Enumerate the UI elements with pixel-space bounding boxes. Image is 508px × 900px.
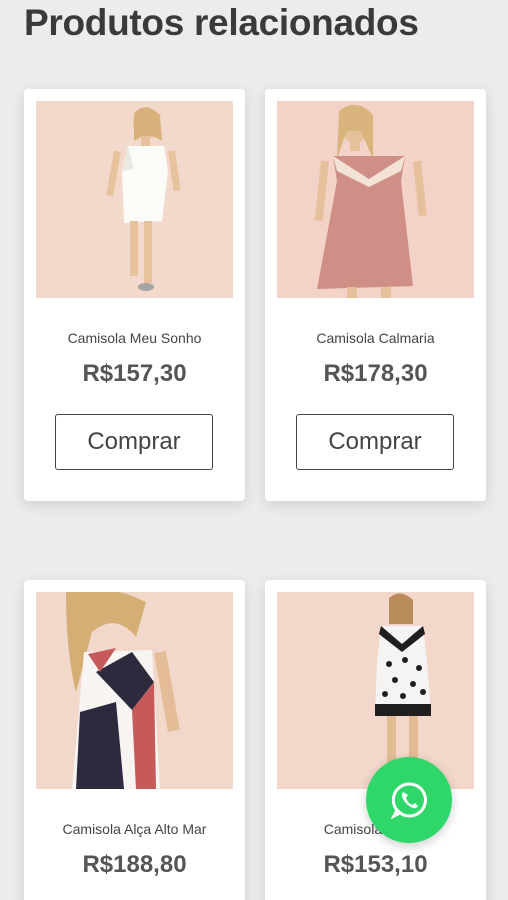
product-price: R$178,30 bbox=[323, 360, 428, 387]
product-image[interactable] bbox=[36, 592, 233, 789]
product-card[interactable]: Camisola Calmaria R$178,30 Comprar bbox=[265, 89, 486, 501]
product-image[interactable] bbox=[36, 101, 233, 298]
related-products-page: Produtos relacionados Camisola Meu Sonho… bbox=[0, 0, 508, 900]
product-card[interactable]: Camisola Alça Alto Mar R$188,80 bbox=[24, 580, 245, 900]
product-name[interactable]: Camisola Calmaria bbox=[265, 330, 486, 346]
product-card[interactable]: Camisola Meu Sonho R$157,30 Comprar bbox=[24, 89, 245, 501]
product-name[interactable]: Camisola Meu Sonho bbox=[24, 330, 245, 346]
whatsapp-icon bbox=[390, 782, 427, 820]
product-price: R$157,30 bbox=[82, 360, 187, 387]
product-image[interactable] bbox=[277, 101, 474, 298]
buy-button[interactable]: Comprar bbox=[55, 414, 213, 470]
product-card[interactable]: Camisola Colorê R$153,10 bbox=[265, 580, 486, 900]
product-price: R$188,80 bbox=[82, 851, 187, 878]
product-price: R$153,10 bbox=[323, 851, 428, 878]
product-name[interactable]: Camisola Alça Alto Mar bbox=[24, 821, 245, 837]
product-image[interactable] bbox=[277, 592, 474, 789]
whatsapp-button[interactable] bbox=[366, 757, 452, 843]
buy-button[interactable]: Comprar bbox=[296, 414, 454, 470]
section-title: Produtos relacionados bbox=[24, 2, 419, 43]
